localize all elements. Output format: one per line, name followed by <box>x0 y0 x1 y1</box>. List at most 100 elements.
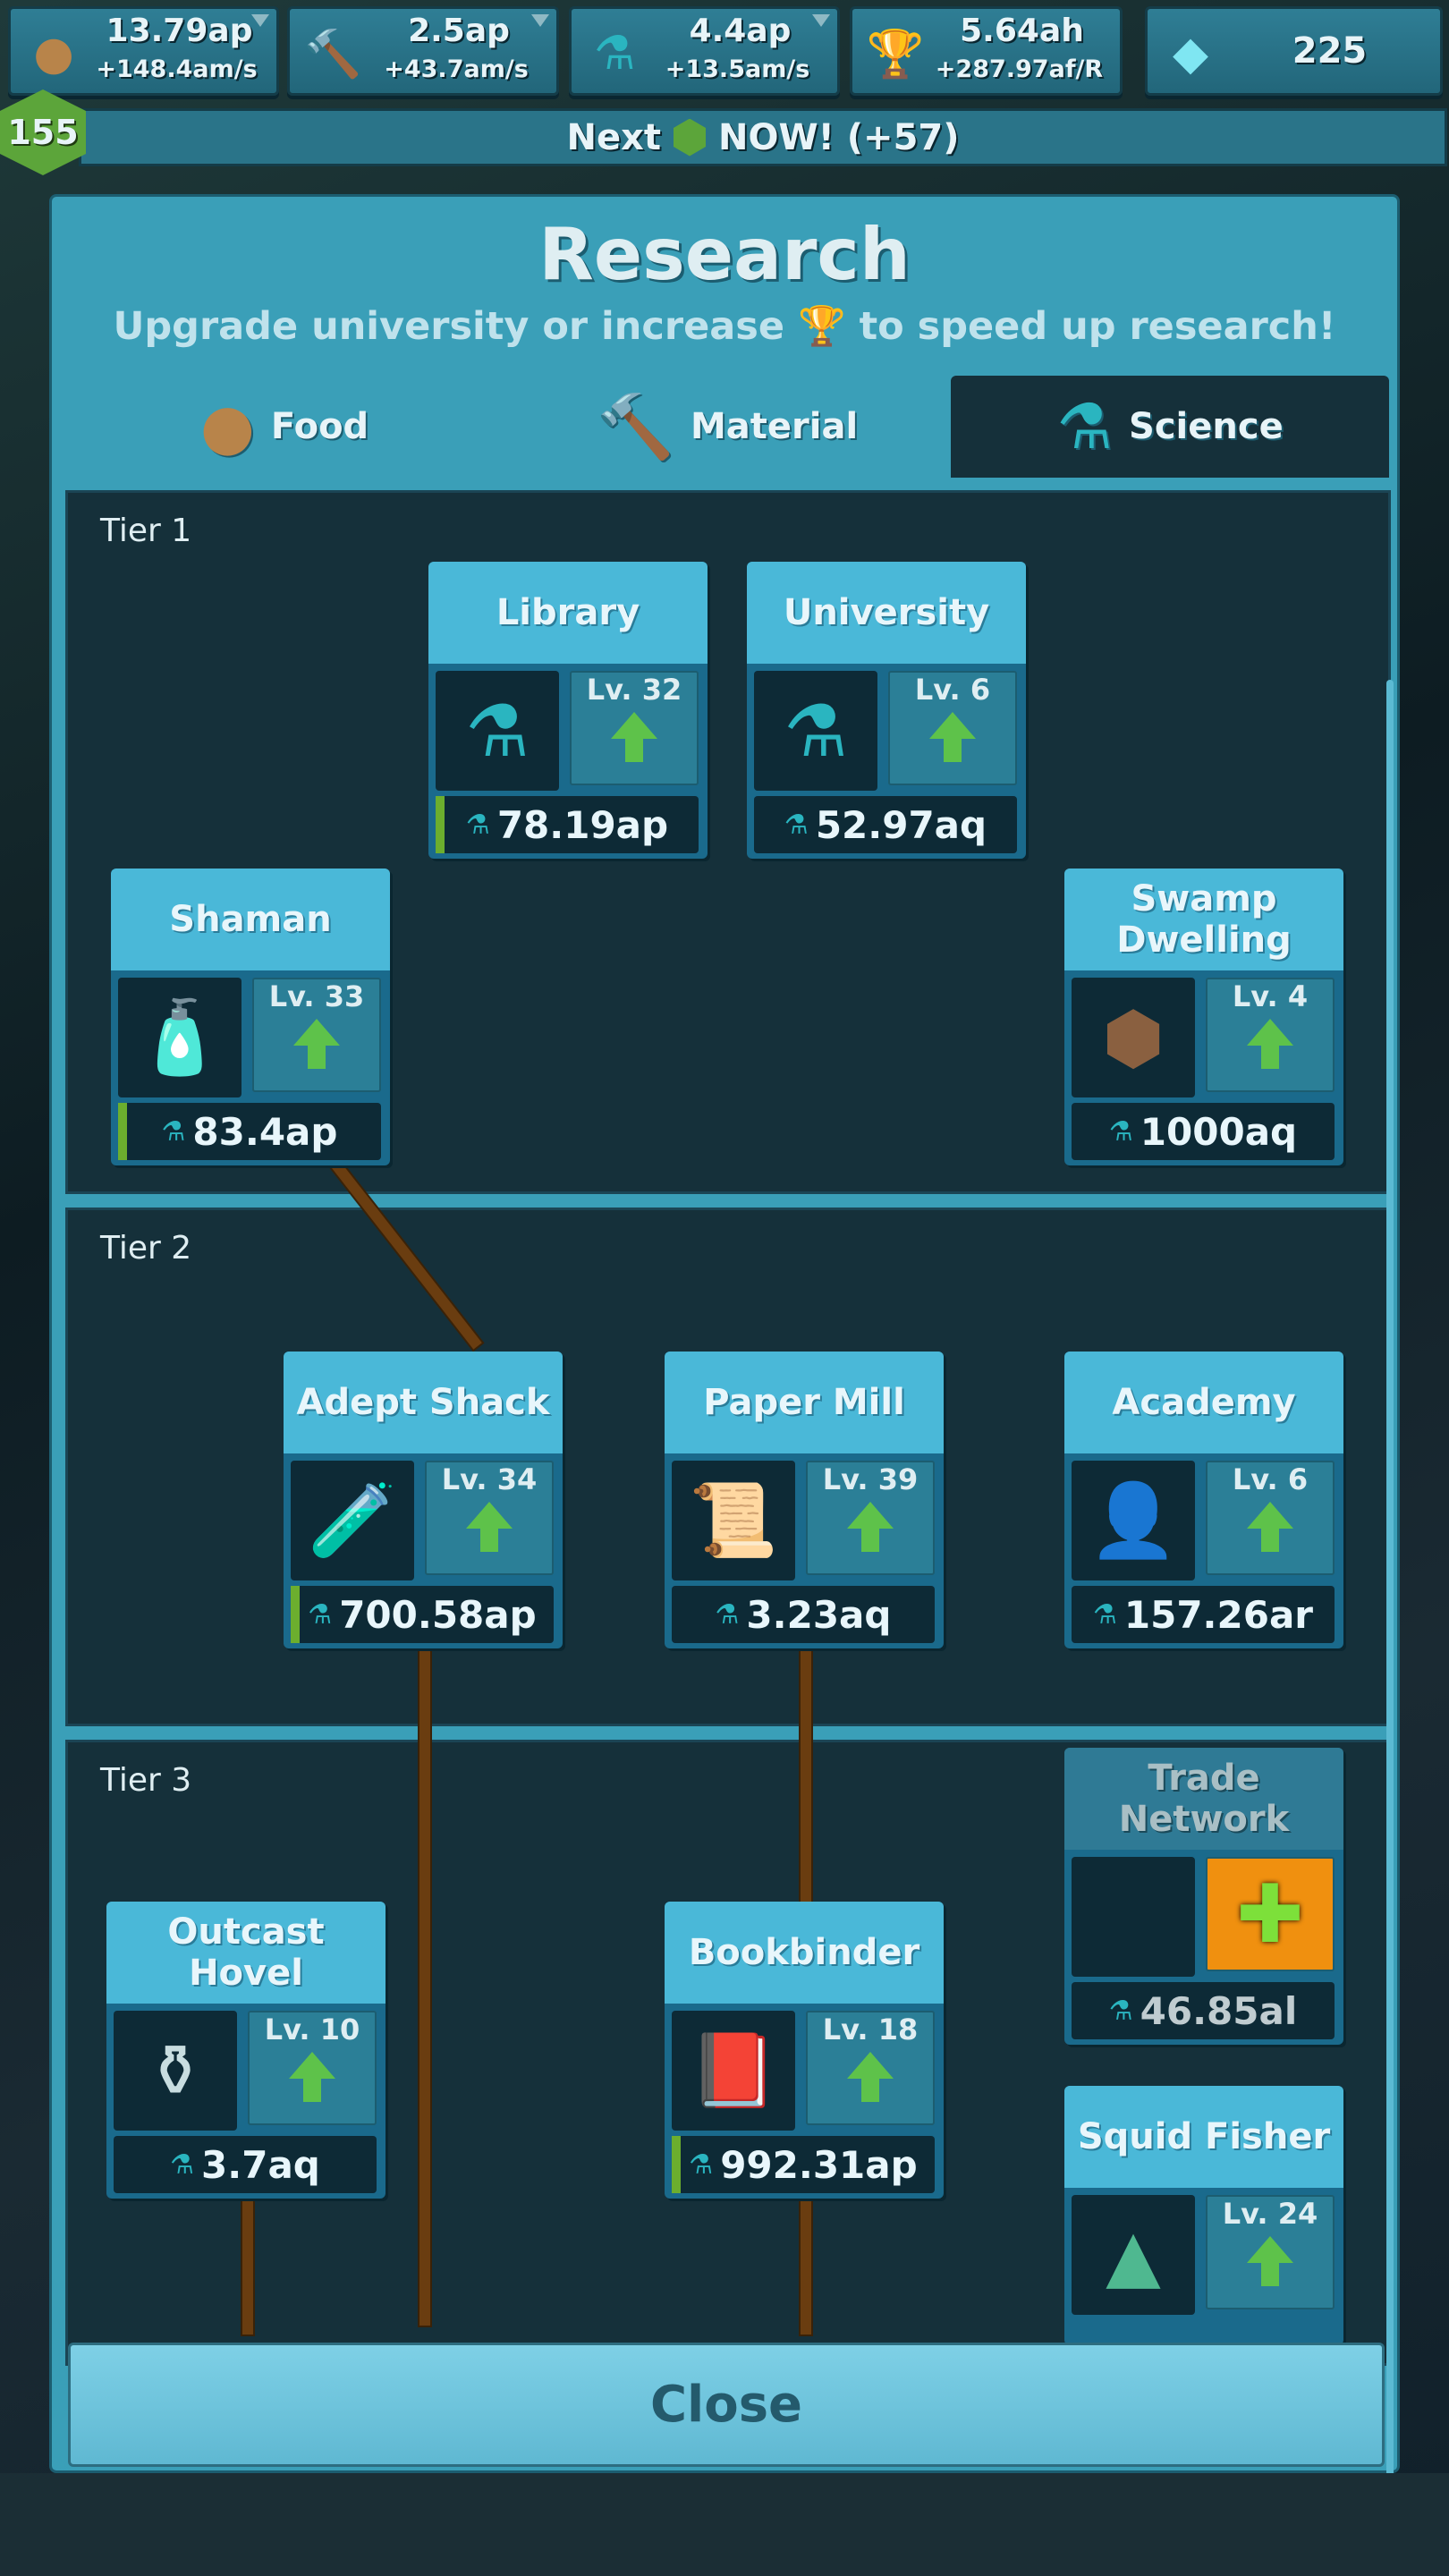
building-card-paper-mill[interactable]: Paper Mill 📜 Lv. 39 ⚗ 3.23aq <box>665 1352 944 1648</box>
resource-chalice[interactable]: 🏆 5.64ah +287.97af/R <box>850 6 1123 96</box>
up-arrow-icon <box>289 2052 335 2102</box>
resource-food[interactable]: ● 13.79ap +148.4am/s <box>8 6 279 96</box>
tab-science[interactable]: ⚗ Science <box>951 376 1389 478</box>
resource-value: 5.64ah <box>960 13 1084 49</box>
cost-display: ⚗ 992.31ap <box>672 2136 935 2193</box>
dropdown-icon[interactable] <box>531 14 549 27</box>
tab-food[interactable]: ● Food <box>65 376 504 478</box>
cost-display: ⚗ 700.58ap <box>291 1586 554 1643</box>
cost-display: ⚗ 52.97aq <box>754 796 1017 853</box>
resource-material[interactable]: 🔨 2.5ap +43.7am/s <box>287 6 559 96</box>
resource-rate: +13.5am/s <box>665 55 810 83</box>
resource-science[interactable]: ⚗ 4.4ap +13.5am/s <box>569 6 840 96</box>
building-image: ⚗ <box>436 671 559 791</box>
building-image: 📜 <box>672 1461 795 1580</box>
upgrade-button[interactable]: Lv. 18 <box>806 2011 935 2125</box>
up-arrow-icon <box>1247 1019 1293 1069</box>
building-card-university[interactable]: University ⚗ Lv. 6 ⚗ 52.97aq <box>747 562 1026 859</box>
building-card-academy[interactable]: Academy 👤 Lv. 6 ⚗ 157.26ar <box>1064 1352 1343 1648</box>
building-name: Academy <box>1064 1352 1343 1453</box>
close-button[interactable]: Close <box>68 2343 1385 2467</box>
unlock-button[interactable]: ✚ <box>1206 1857 1335 1971</box>
level-label: Lv. 32 <box>586 673 682 707</box>
upgrade-button[interactable]: Lv. 24 <box>1206 2195 1335 2309</box>
tab-material[interactable]: 🔨 Material <box>508 376 946 478</box>
building-image: ⬢ <box>1072 978 1195 1097</box>
building-image: ▲ <box>1072 2195 1195 2315</box>
cost-value: 52.97aq <box>815 802 987 847</box>
building-name: University <box>747 562 1026 664</box>
resource-rate: +43.7am/s <box>384 55 529 83</box>
level-label: Lv. 6 <box>914 673 991 707</box>
upgrade-button[interactable]: Lv. 34 <box>425 1461 554 1575</box>
dropdown-icon[interactable] <box>251 14 269 27</box>
panel-title: Research <box>538 213 911 296</box>
flask-icon: ⚗ <box>308 1598 333 1631</box>
food-sack-icon: ● <box>33 27 74 80</box>
scrollbar[interactable] <box>1386 680 1394 2513</box>
building-name: Shaman <box>111 869 390 970</box>
flask-icon: ⚗ <box>784 689 848 773</box>
cost-value: 992.31ap <box>720 2142 918 2187</box>
flask-icon: ⚗ <box>1108 1995 1133 2027</box>
cost-display: ⚗ 157.26ar <box>1072 1586 1335 1643</box>
resource-gems[interactable]: ◆ 225 <box>1145 6 1443 96</box>
flask-icon: ⚗ <box>465 809 490 841</box>
level-label: Lv. 33 <box>268 979 365 1013</box>
building-name: Trade Network <box>1064 1748 1343 1850</box>
book-icon: 📕 <box>689 2029 778 2112</box>
cost-display: ⚗ 83.4ap <box>118 1103 381 1160</box>
level-label: Lv. 18 <box>822 2012 919 2046</box>
resource-value: 13.79ap <box>106 13 253 49</box>
upgrade-button[interactable]: Lv. 32 <box>570 671 699 785</box>
up-arrow-icon <box>847 1502 894 1552</box>
next-level-bar[interactable]: Next NOW! (+57) <box>79 108 1447 166</box>
tab-label: Food <box>270 406 369 447</box>
upgrade-button[interactable]: Lv. 39 <box>806 1461 935 1575</box>
upgrade-button[interactable]: Lv. 33 <box>252 978 381 1092</box>
scroll-icon: 📜 <box>689 1479 778 1562</box>
resource-value: 2.5ap <box>408 13 510 49</box>
tab-label: Science <box>1129 406 1284 447</box>
resource-value: 4.4ap <box>689 13 792 49</box>
building-card-trade-network[interactable]: Trade Network ✚ ⚗ 46.85al <box>1064 1748 1343 2045</box>
progress-bar <box>672 2136 681 2193</box>
test-tube-icon: 🧪 <box>308 1479 397 1562</box>
level-label: Lv. 4 <box>1232 979 1309 1013</box>
upgrade-button[interactable]: Lv. 4 <box>1206 978 1335 1092</box>
building-card-outcast-hovel[interactable]: Outcast Hovel ⚱ Lv. 10 ⚗ 3.7aq <box>106 1902 386 2199</box>
progress-bar <box>291 1586 300 1643</box>
flask-icon: ⚗ <box>593 27 636 80</box>
subtitle-text-a: Upgrade university or increase <box>113 304 785 349</box>
next-status: NOW! (+57) <box>718 116 960 158</box>
building-card-adept-shack[interactable]: Adept Shack 🧪 Lv. 34 ⚗ 700.58ap <box>284 1352 563 1648</box>
bottom-toolbar <box>0 2473 1449 2576</box>
gem-icon: ◆ <box>1173 27 1208 80</box>
cost-display: ⚗ 78.19ap <box>436 796 699 853</box>
building-card-bookbinder[interactable]: Bookbinder 📕 Lv. 18 ⚗ 992.31ap <box>665 1902 944 2199</box>
cost-value: 1000aq <box>1140 1109 1298 1154</box>
building-card-library[interactable]: Library ⚗ Lv. 32 ⚗ 78.19ap <box>428 562 708 859</box>
cost-value: 3.23aq <box>746 1592 892 1637</box>
cost-display: ⚗ 3.23aq <box>672 1586 935 1643</box>
level-label: Lv. 24 <box>1222 2197 1318 2231</box>
food-sack-icon: ● <box>199 390 255 463</box>
building-card-squid-fisher[interactable]: Squid Fisher ▲ Lv. 24 <box>1064 2086 1343 2345</box>
level-label: Lv. 6 <box>1232 1462 1309 1496</box>
pile-icon: ▲ <box>1106 2213 1161 2297</box>
building-card-shaman[interactable]: Shaman 🧴 Lv. 33 ⚗ 83.4ap <box>111 869 390 1165</box>
upgrade-button[interactable]: Lv. 6 <box>888 671 1017 785</box>
flask-icon: ⚗ <box>1108 1115 1133 1148</box>
building-image: 🧴 <box>118 978 242 1097</box>
next-label: Next <box>566 116 661 158</box>
level-label: Lv. 39 <box>822 1462 919 1496</box>
level-label: Lv. 34 <box>441 1462 538 1496</box>
flask-icon: ⚗ <box>170 2148 195 2181</box>
building-card-swamp-dwelling[interactable]: Swamp Dwelling ⬢ Lv. 4 ⚗ 1000aq <box>1064 869 1343 1165</box>
upgrade-button[interactable]: Lv. 6 <box>1206 1461 1335 1575</box>
upgrade-button[interactable]: Lv. 10 <box>248 2011 377 2125</box>
building-name: Outcast Hovel <box>106 1902 386 2004</box>
dropdown-icon[interactable] <box>812 14 830 27</box>
up-arrow-icon <box>293 1019 340 1069</box>
cost-value: 83.4ap <box>192 1109 338 1154</box>
